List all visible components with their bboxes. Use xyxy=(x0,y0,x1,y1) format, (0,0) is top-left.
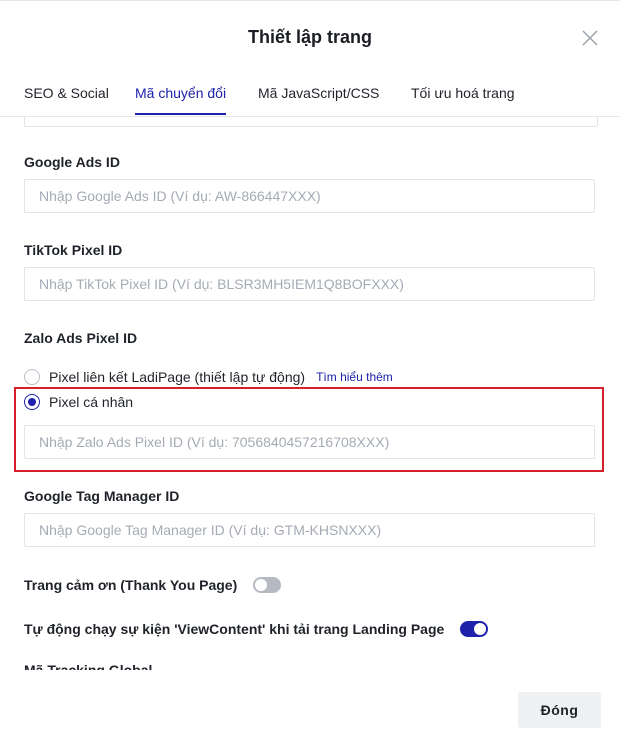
settings-tabs: SEO & Social Mã chuyển đổi Mã JavaScript… xyxy=(0,80,620,117)
radio-ladipage-pixel[interactable]: Pixel liên kết LadiPage (thiết lập tự độ… xyxy=(24,367,393,387)
toggle-knob xyxy=(474,623,487,635)
zalo-ads-label: Zalo Ads Pixel ID xyxy=(24,330,138,346)
tab-page-optimization[interactable]: Tối ưu hoá trang xyxy=(411,85,515,101)
close-icon xyxy=(582,30,598,46)
previous-field-input[interactable] xyxy=(24,117,598,127)
zalo-ads-input[interactable] xyxy=(24,425,595,459)
radio-ladipage-pixel-circle[interactable] xyxy=(24,369,40,385)
toggle-knob xyxy=(255,579,268,591)
tab-seo-social[interactable]: SEO & Social xyxy=(24,85,109,101)
settings-content[interactable]: Google Ads ID TikTok Pixel ID Zalo Ads P… xyxy=(0,117,620,670)
tiktok-pixel-label: TikTok Pixel ID xyxy=(24,242,123,258)
radio-personal-pixel-label: Pixel cá nhân xyxy=(49,394,134,410)
page-settings-modal: Thiết lập trang SEO & Social Mã chuyển đ… xyxy=(0,0,620,749)
tiktok-pixel-input[interactable] xyxy=(24,267,595,301)
modal-title: Thiết lập trang xyxy=(247,27,372,47)
radio-personal-pixel[interactable]: Pixel cá nhân xyxy=(24,392,133,412)
active-tab-indicator xyxy=(135,113,226,115)
close-modal-button[interactable]: Đóng xyxy=(518,692,601,728)
auto-view-content-label: Tự động chạy sự kiện 'ViewContent' khi t… xyxy=(24,621,445,637)
google-ads-label: Google Ads ID xyxy=(24,154,120,170)
radio-ladipage-pixel-label: Pixel liên kết LadiPage (thiết lập tự độ… xyxy=(49,369,306,385)
google-ads-input[interactable] xyxy=(24,179,595,213)
modal-top-edge xyxy=(0,0,620,1)
auto-view-content-toggle[interactable] xyxy=(460,621,489,637)
thank-you-page-toggle[interactable] xyxy=(253,577,282,593)
thank-you-page-row: Trang cảm ơn (Thank You Page) xyxy=(24,575,282,595)
learn-more-link[interactable]: Tìm hiểu thêm xyxy=(316,370,393,384)
gtm-label: Google Tag Manager ID xyxy=(24,488,180,504)
close-button[interactable] xyxy=(580,28,600,48)
tab-conversion-code[interactable]: Mã chuyển đổi xyxy=(135,85,226,101)
tab-javascript-css[interactable]: Mã JavaScript/CSS xyxy=(258,85,379,101)
radio-personal-pixel-circle[interactable] xyxy=(24,394,40,410)
global-tracking-label: Mã Tracking Global xyxy=(24,662,153,670)
auto-view-content-row: Tự động chạy sự kiện 'ViewContent' khi t… xyxy=(24,619,489,639)
thank-you-page-label: Trang cảm ơn (Thank You Page) xyxy=(24,577,238,593)
gtm-input[interactable] xyxy=(24,513,595,547)
